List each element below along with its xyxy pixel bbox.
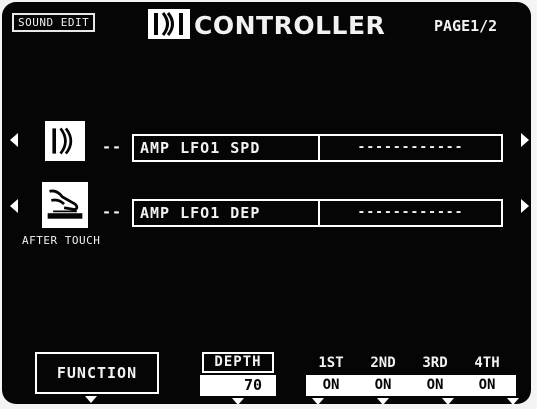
stage-label-4th: 4TH: [474, 355, 500, 371]
stage-value-1st[interactable]: ON: [306, 375, 356, 396]
after-touch-icon: [42, 182, 88, 228]
stage-value-3rd[interactable]: ON: [410, 375, 460, 396]
next-controller-arrow-1[interactable]: [521, 133, 529, 147]
mode-tag: SOUND EDIT: [12, 13, 96, 32]
lcd-screen: SOUND EDIT CONTROLLER PAGE1/2 -- AMP LFO…: [2, 2, 531, 404]
softkey-indicator: [442, 398, 454, 404]
stage-value-4th[interactable]: ON: [462, 375, 512, 396]
page-title: CONTROLLER: [194, 11, 386, 40]
parameter-field-1[interactable]: AMP LFO1 SPD: [132, 134, 320, 162]
depth-value[interactable]: 70: [200, 375, 276, 396]
next-controller-arrow-2[interactable]: [521, 199, 529, 213]
after-touch-label: AFTER TOUCH: [22, 234, 101, 247]
stage-value-2nd[interactable]: ON: [358, 375, 408, 396]
softkey-indicator: [232, 398, 244, 404]
connector: --: [102, 203, 123, 221]
prev-controller-arrow-1[interactable]: [10, 133, 18, 147]
stage-label-2nd: 2ND: [370, 355, 396, 371]
softkey-indicator: [507, 398, 519, 404]
stage-label-1st: 1ST: [318, 355, 344, 371]
page-indicator: PAGE1/2: [434, 17, 498, 35]
stage-values-bar: ON ON ON ON: [306, 375, 516, 396]
value-field-1[interactable]: ------------: [318, 134, 503, 162]
softkey-indicator: [85, 396, 97, 403]
prev-controller-arrow-2[interactable]: [10, 199, 18, 213]
softkey-indicator: [377, 398, 389, 404]
value-field-2[interactable]: ------------: [318, 199, 503, 227]
controller-icon: [148, 9, 190, 39]
stage-label-3rd: 3RD: [422, 355, 448, 371]
connector: --: [102, 138, 123, 156]
softkey-indicator: [312, 398, 324, 404]
depth-label: DEPTH: [202, 352, 274, 373]
parameter-field-2[interactable]: AMP LFO1 DEP: [132, 199, 320, 227]
modulation-wheel-icon: [45, 121, 85, 161]
function-button[interactable]: FUNCTION: [35, 352, 159, 394]
